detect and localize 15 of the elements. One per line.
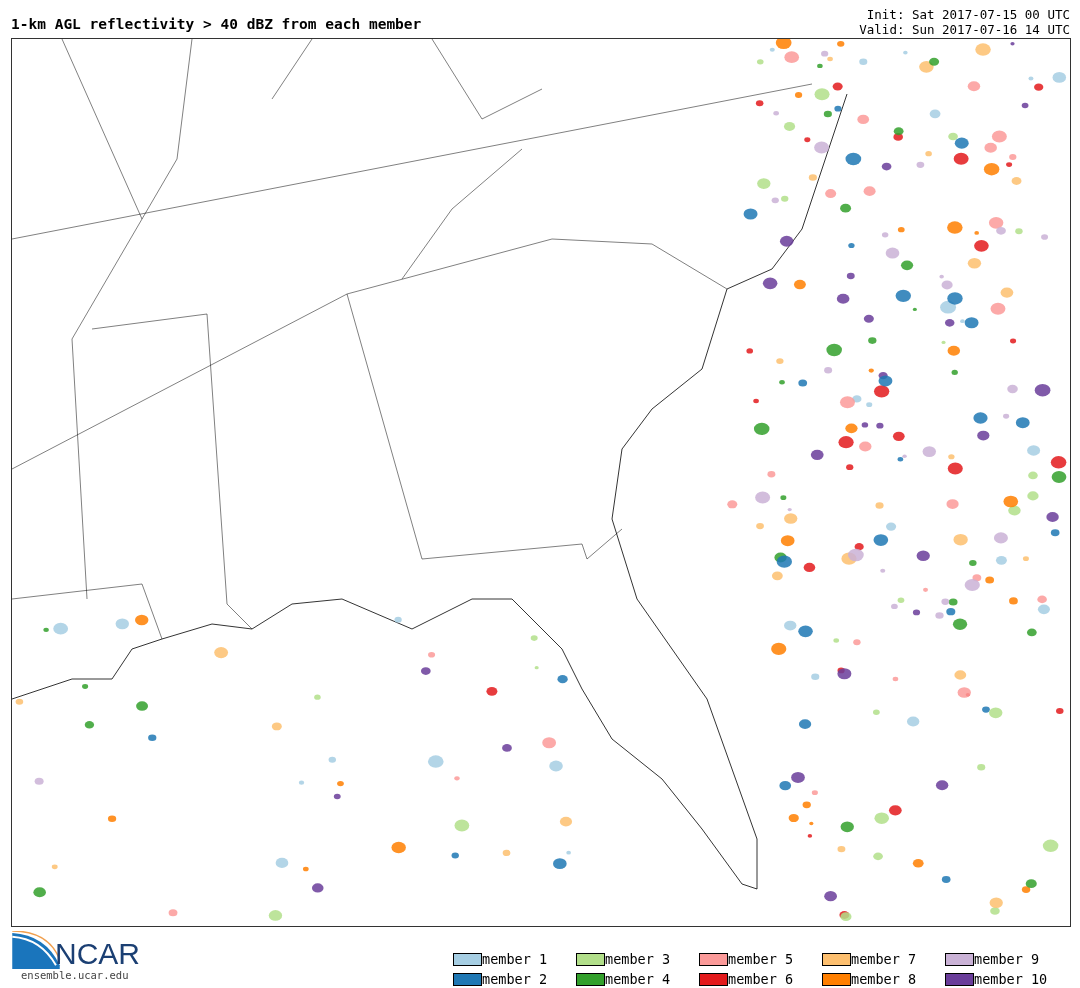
legend-label: member 4	[605, 971, 671, 987]
chart-title: 1-km AGL reflectivity > 40 dBZ from each member	[11, 16, 422, 34]
legend-label: member 1	[482, 951, 548, 967]
legend-label: member 8	[851, 971, 917, 987]
legend-label: member 6	[728, 971, 794, 987]
logo-url: ensemble.ucar.edu	[21, 969, 130, 981]
legend-label: member 9	[974, 951, 1040, 967]
legend-label: member 7	[851, 951, 917, 967]
legend-label: member 10	[974, 971, 1048, 987]
legend-label: member 5	[728, 951, 794, 967]
logo-text: NCAR	[55, 939, 140, 969]
legend-label: member 2	[482, 971, 548, 987]
legend-label: member 3	[605, 951, 671, 967]
init-time: Init: Sat 2017-07-15 00 UTC	[866, 7, 1070, 22]
valid-time: Valid: Sun 2017-07-16 14 UTC	[859, 22, 1070, 37]
